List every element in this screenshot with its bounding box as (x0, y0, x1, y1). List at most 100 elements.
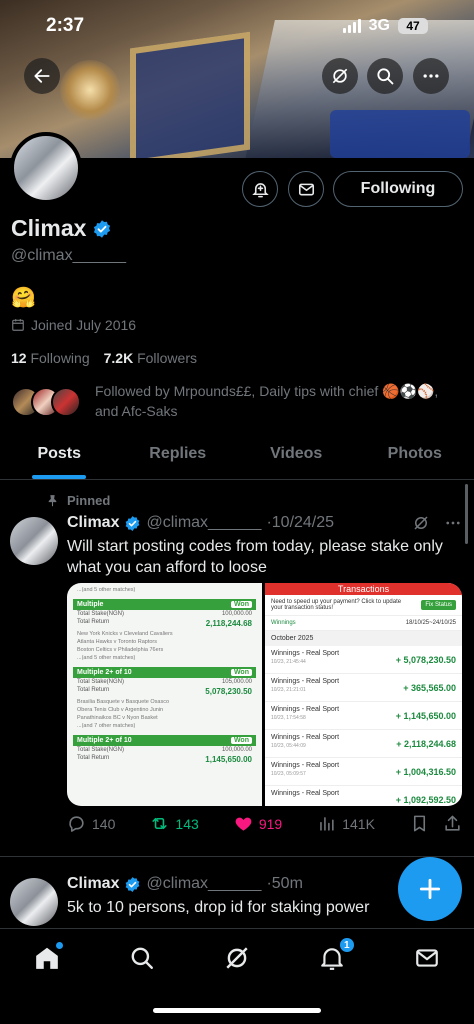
bet-return-row: Total Return 2,118,244.68 (73, 618, 256, 629)
compose-button[interactable] (398, 857, 462, 921)
nav-search[interactable] (127, 943, 157, 973)
search-button[interactable] (367, 58, 403, 94)
bet-header: Multiple 2+ of 10 Won (73, 667, 256, 678)
bet-header: Multiple 2+ of 10 Won (73, 735, 256, 746)
transaction-item: Winnings - Real Sport 10/23, 17:54:58 + 1,… (265, 702, 462, 730)
transaction-amount: + 2,118,244.68 (396, 738, 456, 749)
more-horizontal-icon[interactable] (444, 514, 462, 532)
bet-teams: New York Knicks v Cleveland Cavaliers At… (73, 629, 256, 663)
post-header: Climax @climax______ ·10/24/25 (67, 514, 467, 532)
network-label: 3G (368, 17, 390, 34)
transactions-banner-text: Need to speed up your payment? Click to … (271, 599, 402, 611)
bet-stake-row: Total Stake(NGN) 100,000.00 (73, 610, 256, 618)
nav-messages[interactable] (412, 943, 442, 973)
calendar-icon (12, 319, 24, 331)
grok-icon (332, 68, 348, 84)
post-author-handle: @climax______ (146, 875, 262, 892)
transaction-time: 10/23, 21:45:44 (271, 659, 306, 665)
profile-tabs: Posts Replies Videos Photos (0, 432, 474, 480)
bet-stake: 100,000.00 (221, 611, 252, 617)
grok-icon[interactable] (412, 514, 430, 532)
post-author-name[interactable]: Climax (67, 514, 119, 532)
bet-header: Multiple Won (73, 599, 256, 610)
tab-photos[interactable]: Photos (356, 432, 474, 479)
view-count: 141K (342, 815, 375, 832)
fix-status-button: Fix Status (421, 600, 456, 610)
status-bar: 2:37 3G 47 (0, 0, 474, 52)
share-icon[interactable] (443, 814, 462, 833)
post-date[interactable]: ·50m (266, 875, 302, 893)
new-content-dot (56, 942, 64, 949)
banner-decor (330, 110, 470, 158)
follow-stats: 12 Following 7.2K Followers (11, 350, 197, 366)
post-tools (410, 814, 462, 833)
more-options-button[interactable] (413, 58, 449, 94)
bet-team: Brasilia Basquete v Basquete Osasco (77, 699, 170, 705)
post-divider (0, 856, 474, 857)
post-media[interactable]: ...(and 5 other matches) Multiple Won Tot… (67, 583, 462, 806)
bet-team: Boston Celtics v Philadelphia 76ers (77, 647, 164, 653)
transaction-label: Winnings - Real Sport (271, 650, 340, 657)
tab-replies[interactable]: Replies (119, 432, 238, 479)
back-button[interactable] (24, 58, 60, 94)
bet-note: ...(and 5 other matches) (77, 587, 136, 593)
more-horizontal-icon (423, 74, 439, 78)
banner-decor (60, 60, 120, 120)
profile-avatar[interactable] (10, 132, 82, 204)
transaction-time: 10/23, 21:21:01 (271, 687, 306, 693)
tab-videos[interactable]: Videos (237, 432, 356, 479)
post-text: Will start posting codes from today, ple… (67, 538, 443, 576)
tab-posts[interactable]: Posts (0, 432, 119, 479)
bet-return-label: Total Return (77, 755, 110, 761)
post-avatar[interactable] (10, 878, 58, 926)
following-button[interactable]: Following (333, 171, 463, 207)
transactions-image[interactable]: Transactions Need to speed up your payme… (265, 583, 462, 806)
profile-bio: 🤗 (11, 287, 36, 309)
bet-stake: 100,000.00 (221, 747, 252, 753)
post-author-name[interactable]: Climax (67, 875, 119, 893)
reply-button[interactable]: 140 (67, 814, 115, 833)
bet-stake-row: Total Stake(NGN) 105,000.00 (73, 678, 256, 686)
bet-return-label: Total Return (77, 619, 110, 625)
followed-by[interactable]: Followed by Mrpounds££, Daily tips with … (11, 381, 461, 421)
like-button[interactable]: 919 (234, 814, 282, 833)
nav-notifications[interactable]: 1 (317, 937, 355, 973)
pinned-indicator: Pinned (46, 493, 110, 508)
transaction-label: Winnings - Real Sport (271, 678, 340, 685)
home-indicator[interactable] (153, 1008, 321, 1013)
post-avatar[interactable] (10, 517, 58, 565)
bet-return: 2,118,244.68 (205, 619, 252, 628)
transaction-item: Winnings - Real Sport 10/23, 21:21:01 + 36… (265, 674, 462, 702)
status-indicators: 3G 47 (342, 17, 428, 35)
bookmark-icon[interactable] (410, 814, 429, 833)
transaction-label: Winnings - Real Sport (271, 734, 340, 741)
verified-badge-icon (126, 515, 140, 531)
profile-name: Climax (11, 215, 112, 242)
followers-link[interactable]: 7.2K Followers (104, 350, 197, 366)
grok-button[interactable] (322, 58, 358, 94)
bet-stake-label: Total Stake(NGN) (77, 747, 125, 753)
views-button[interactable]: 141K (317, 814, 375, 833)
following-link[interactable]: 12 Following (11, 350, 90, 366)
notifications-toggle-button[interactable] (242, 171, 278, 207)
bet-slip-image[interactable]: ...(and 5 other matches) Multiple Won Tot… (67, 583, 262, 806)
bet-team: New York Knicks v Cleveland Cavaliers (77, 631, 173, 637)
verified-badge-icon[interactable] (92, 219, 112, 239)
transaction-time: 10/23, 05:09:57 (271, 771, 306, 777)
transaction-item: Winnings - Real Sport 10/23, 05:44:09 + 2,… (265, 730, 462, 758)
bet-team: Panathinaikos BC v Nyon Basket (77, 715, 158, 721)
bet-return-label: Total Return (77, 687, 110, 693)
nav-grok[interactable] (222, 943, 252, 973)
bet-stake-label: Total Stake(NGN) (77, 679, 125, 685)
filter-type: Winnings (271, 620, 296, 626)
message-button[interactable] (288, 171, 324, 207)
verified-badge-icon (126, 876, 140, 892)
transaction-item: Winnings - Real Sport + 1,092,592.50 (265, 786, 462, 806)
followed-by-text: Followed by Mrpounds££, Daily tips with … (95, 383, 439, 419)
nav-home[interactable] (32, 942, 64, 973)
home-icon (36, 947, 59, 969)
post-date[interactable]: ·10/24/25 (266, 514, 334, 532)
repost-button[interactable]: 143 (150, 814, 199, 833)
grok-icon (226, 947, 248, 969)
bet-team: Atlanta Hawks v Toronto Raptors (77, 639, 157, 645)
